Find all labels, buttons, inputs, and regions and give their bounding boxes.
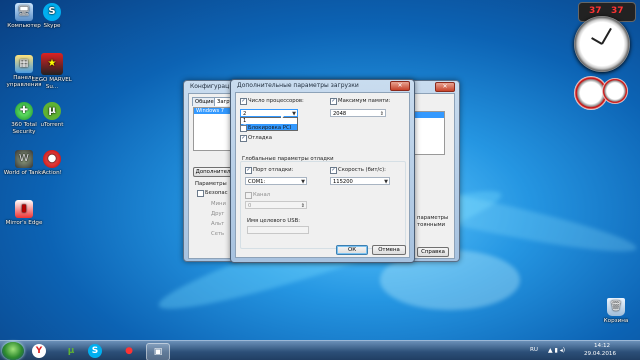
- num-proc-select[interactable]: 2 ▼: [240, 109, 298, 117]
- yandex-browser-icon[interactable]: Y: [32, 344, 46, 358]
- recycle-bin-icon: 🗑: [607, 298, 625, 316]
- clock-date[interactable]: 29.04.2016: [584, 351, 616, 357]
- desktop-icon-recycle-bin[interactable]: 🗑 Корзина: [594, 298, 638, 325]
- desktop-icon-label: LEGO MARVEL Su...: [32, 77, 72, 90]
- dialog-controls: ✕: [390, 81, 410, 91]
- debug-port-value: COM1:: [248, 179, 266, 185]
- start-button[interactable]: [2, 342, 24, 360]
- advanced-options-button[interactable]: Дополнител: [193, 167, 233, 177]
- safe-opt-network: Сеть: [211, 231, 225, 237]
- desktop-icon-label: uTorrent: [40, 122, 64, 128]
- debug-port-select[interactable]: COM1: ▼: [245, 177, 307, 185]
- ok-button[interactable]: ОК: [336, 245, 368, 255]
- baud-value: 115200: [333, 179, 353, 185]
- advanced-boot-dialog[interactable]: Дополнительные параметры загрузки ✕ ✓ Чи…: [230, 79, 415, 263]
- clock-gadget[interactable]: [574, 16, 630, 72]
- desktop-icon-utorrent[interactable]: µ uTorrent: [30, 102, 74, 129]
- channel-checkbox[interactable]: [245, 192, 252, 199]
- help-button[interactable]: Справка: [417, 247, 449, 257]
- taskbar: Y µ S ● ▣ RU ▲ ▮ ◂) 14:12 29.04.2016: [0, 340, 640, 360]
- desktop-icon-skype[interactable]: S Skype: [30, 3, 74, 30]
- action-taskbar-icon[interactable]: ●: [118, 343, 140, 359]
- right-text-2: тоянными: [417, 222, 446, 228]
- debug-checkbox[interactable]: ✓: [240, 135, 247, 142]
- chevron-down-icon: ▼: [384, 179, 388, 185]
- dialog-client: ✓ Число процессоров: 2 ▼ 1 2 Блокировка …: [235, 92, 410, 258]
- language-indicator[interactable]: RU: [530, 347, 538, 353]
- skype-taskbar-icon[interactable]: S: [88, 344, 102, 358]
- desktop-icon-label: Mirror's Edge: [5, 220, 43, 226]
- usb-target-label: Имя целевого USB:: [247, 218, 301, 224]
- gauge-ram-icon: [602, 78, 628, 104]
- desktop-icon-label: Skype: [43, 23, 61, 29]
- lego-marvel-icon: ★: [41, 53, 63, 75]
- channel-input[interactable]: 0 ⇕: [245, 201, 307, 209]
- safe-opt-repair: Альт: [211, 221, 225, 227]
- safe-boot-checkbox[interactable]: [197, 190, 204, 197]
- action-icon: ●: [43, 150, 61, 168]
- boot-params-label: Параметры: [195, 181, 227, 187]
- desktop-icon-lego-marvel[interactable]: ★ LEGO MARVEL Su...: [30, 53, 74, 90]
- num-proc-checkbox[interactable]: ✓: [240, 98, 247, 105]
- safe-boot-label: Безопас: [205, 190, 228, 196]
- baud-label: Скорость (бит/с):: [338, 167, 386, 173]
- clock-hand: [601, 27, 612, 45]
- utorrent-taskbar-icon[interactable]: µ: [60, 343, 82, 359]
- desktop-icon-mirrors-edge[interactable]: ▮ Mirror's Edge: [2, 200, 46, 227]
- spinner-icon: ⇕: [300, 203, 305, 209]
- num-proc-label: Число процессоров:: [248, 98, 304, 104]
- debug-label: Отладка: [248, 135, 272, 141]
- desktop: 🖥 Компьютер S Skype ▦ Панель управления …: [0, 0, 640, 340]
- max-memory-input[interactable]: 2048 ⇕: [330, 109, 386, 117]
- close-button[interactable]: ✕: [435, 82, 455, 92]
- clock-time[interactable]: 14:12: [594, 343, 610, 349]
- desktop-icon-label: Корзина: [603, 318, 629, 324]
- clock-hand: [591, 37, 603, 45]
- max-memory-value: 2048: [333, 111, 347, 117]
- safe-opt-alternate: Друг: [211, 211, 225, 217]
- tray-icons[interactable]: ▲ ▮ ◂): [548, 347, 565, 354]
- window-controls: ✕: [435, 82, 455, 92]
- max-memory-checkbox[interactable]: ✓: [330, 98, 337, 105]
- safe-opt-minimal: Мини: [211, 201, 226, 207]
- chevron-down-icon: ▼: [301, 179, 305, 185]
- desktop-icon-label: Action!: [42, 170, 62, 176]
- pci-lock-checkbox[interactable]: [240, 125, 247, 132]
- cpu-percent: 37: [589, 6, 602, 16]
- skype-icon: S: [43, 3, 61, 21]
- meter-gadget[interactable]: [574, 76, 630, 112]
- cursor-icon: [281, 112, 287, 120]
- channel-label: Канал: [253, 192, 271, 198]
- mirrors-edge-icon: ▮: [15, 200, 33, 218]
- baud-checkbox[interactable]: ✓: [330, 167, 337, 174]
- baud-select[interactable]: 115200 ▼: [330, 177, 390, 185]
- right-text: параметры: [417, 215, 449, 221]
- usb-target-input[interactable]: [247, 226, 309, 234]
- ram-percent: 37: [611, 6, 624, 16]
- desktop-icon-action[interactable]: ● Action!: [30, 150, 74, 177]
- pci-lock-label: Блокировка PCI: [248, 125, 292, 131]
- max-memory-label: Максимум памяти:: [338, 98, 391, 104]
- channel-value: 0: [248, 203, 252, 209]
- close-button[interactable]: ✕: [390, 81, 410, 91]
- debug-port-label: Порт отладки:: [253, 167, 294, 173]
- msconfig-taskbar-icon[interactable]: ▣: [146, 343, 170, 360]
- spinner-icon[interactable]: ⇕: [380, 110, 384, 118]
- dialog-title: Дополнительные параметры загрузки: [237, 82, 359, 89]
- debug-port-checkbox[interactable]: ✓: [245, 167, 252, 174]
- cancel-button[interactable]: Отмена: [372, 245, 406, 255]
- utorrent-icon: µ: [43, 102, 61, 120]
